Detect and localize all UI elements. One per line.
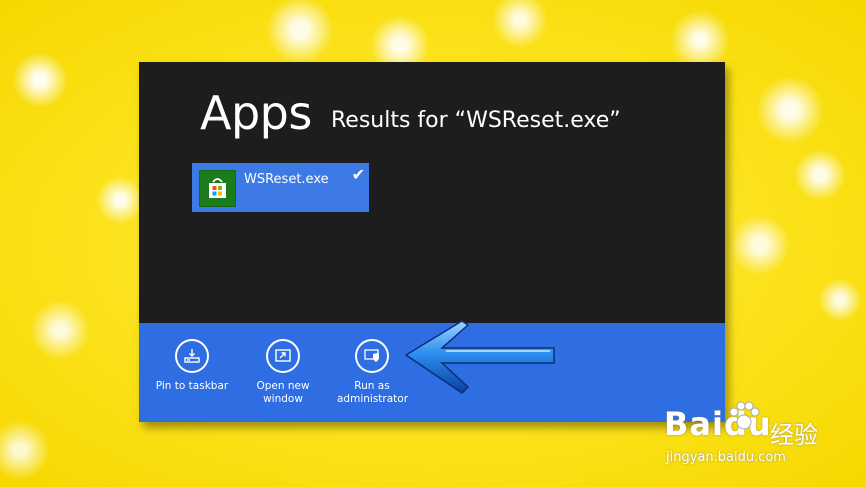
open-new-window-label: Open new window — [256, 380, 310, 405]
run-as-admin-shield-icon — [355, 339, 389, 373]
open-new-window-icon — [266, 339, 300, 373]
pointer-arrow-icon — [404, 320, 555, 394]
watermark-url: jingyan.baidu.com — [666, 450, 786, 465]
store-bag-icon — [199, 170, 236, 207]
paw-logo-icon — [729, 401, 760, 430]
open-new-window-button[interactable]: Open new window — [238, 339, 328, 406]
app-tile-label: WSReset.exe — [244, 172, 329, 187]
pin-to-taskbar-label: Pin to taskbar — [155, 380, 229, 392]
checkmark-icon: ✔ — [351, 165, 365, 184]
baidu-watermark: Baidu 经验 jingyan.baidu.com — [660, 395, 860, 475]
page-title: Apps — [200, 86, 312, 140]
app-tile-wsreset[interactable]: WSReset.exe ✔ — [192, 163, 369, 212]
pin-to-taskbar-button[interactable]: Pin to taskbar — [147, 339, 237, 393]
pin-taskbar-icon — [175, 339, 209, 373]
run-as-administrator-label: Run as administrator — [337, 380, 409, 405]
search-results-heading: Results for “WSReset.exe” — [331, 108, 621, 133]
watermark-cn: 经验 — [770, 421, 818, 449]
